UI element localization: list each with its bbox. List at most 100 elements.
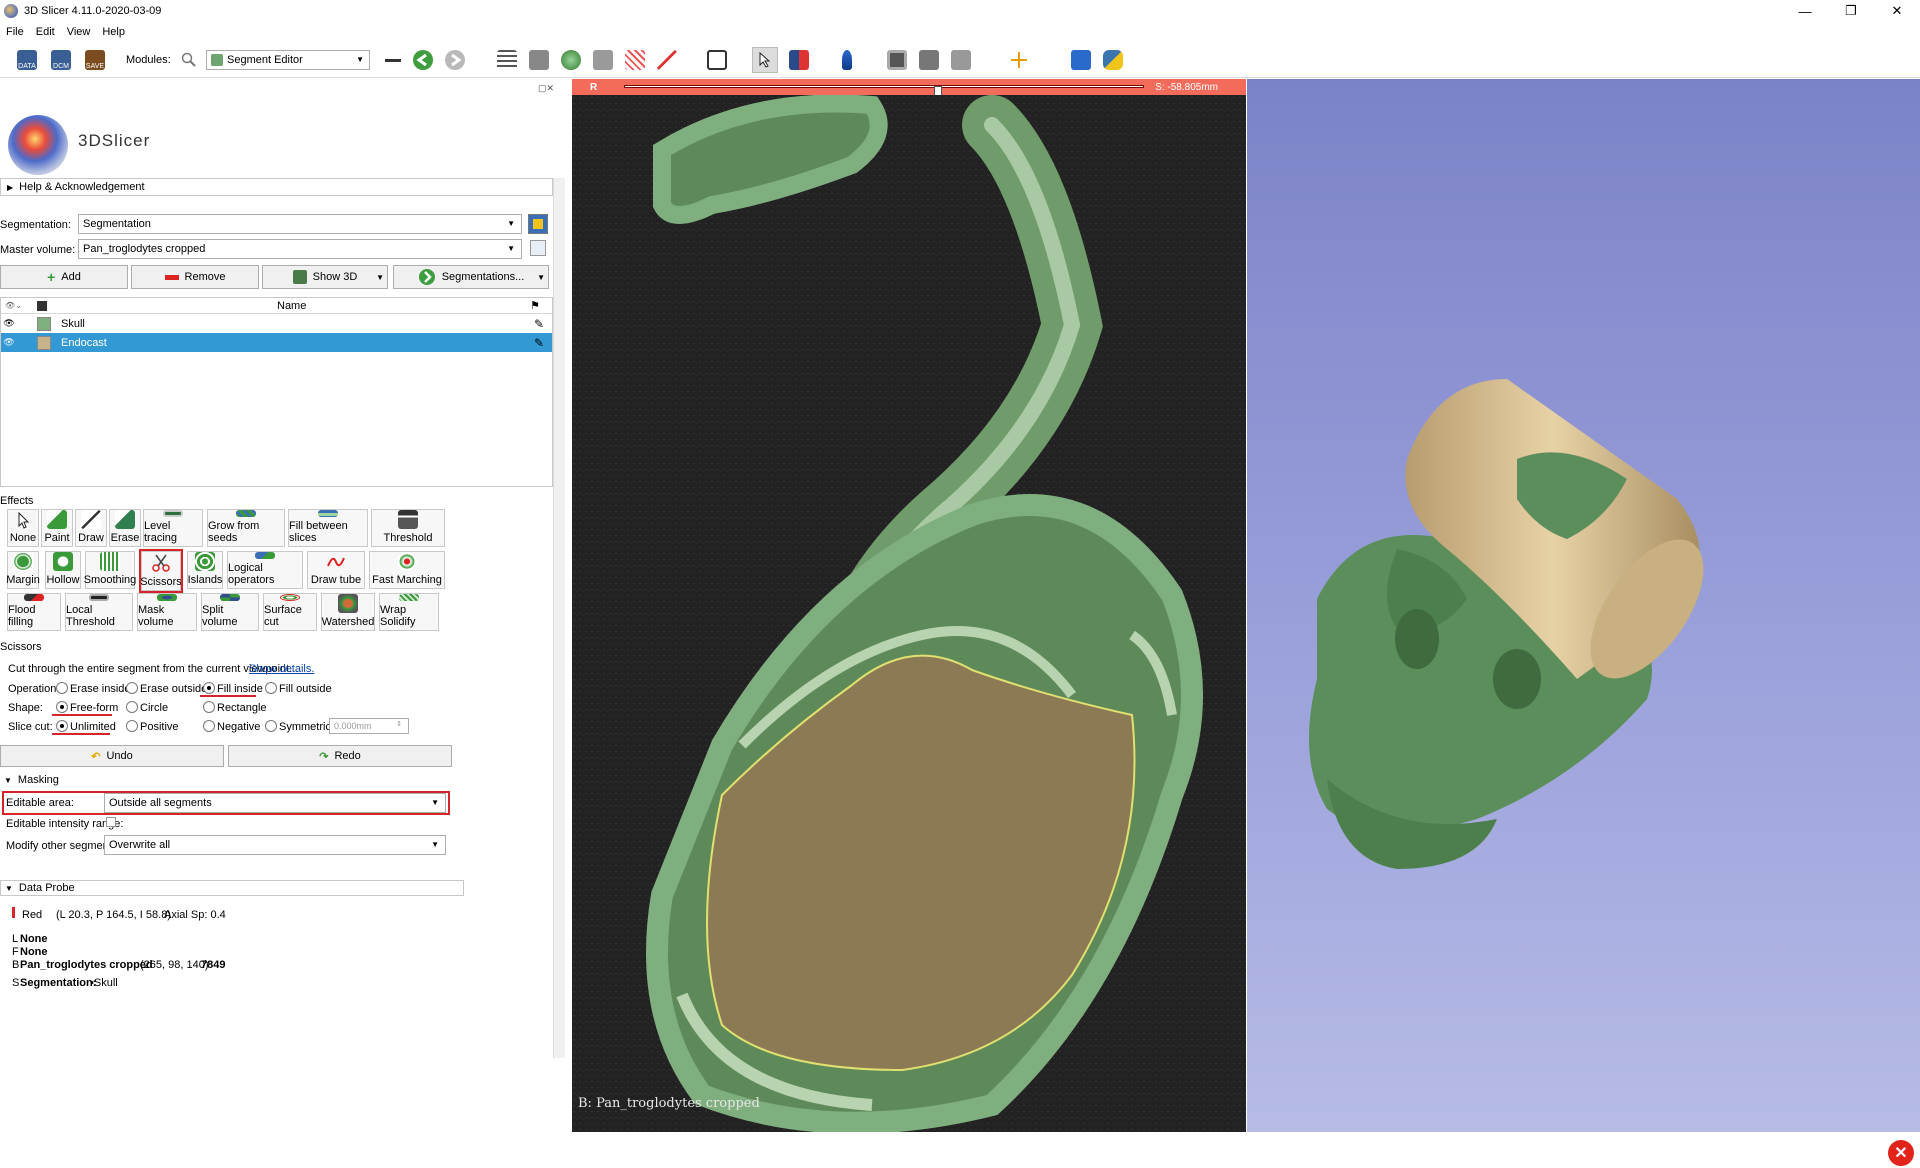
segments-table[interactable]: 👁⌄ Name ⚑ 👁 Skull ✎ 👁 Endocast ✎ — [0, 297, 553, 487]
forward-button[interactable] — [442, 47, 468, 73]
masking-section-header[interactable]: ▼ Masking — [0, 771, 59, 789]
effect-surface-cut-button[interactable]: Surface cut — [263, 593, 317, 631]
effect-none-button[interactable]: None — [7, 509, 39, 547]
effect-flood-filling-button[interactable]: Flood filling — [7, 593, 61, 631]
effect-islands-button[interactable]: Islands — [187, 551, 223, 589]
effect-paint-button[interactable]: Paint — [41, 509, 73, 547]
effect-split-volume-button[interactable]: Split volume — [201, 593, 259, 631]
add-segment-button[interactable]: + Add — [0, 265, 128, 289]
window-level-button[interactable] — [786, 47, 812, 73]
effect-label: Mask volume — [138, 604, 174, 628]
slice-offset-slider[interactable] — [624, 85, 1144, 100]
modify-segments-selector[interactable]: Overwrite all ▼ — [104, 835, 446, 855]
panel-undock-icon[interactable]: ▢✕ — [538, 83, 554, 94]
module-search-button[interactable] — [176, 47, 202, 73]
positive-radio[interactable] — [126, 720, 138, 732]
data-module-button[interactable] — [494, 47, 520, 73]
master-volume-selector[interactable]: Pan_troglodytes cropped ▼ — [78, 239, 522, 259]
undo-button[interactable]: ↶ Undo — [0, 745, 224, 767]
unlimited-radio[interactable] — [56, 720, 68, 732]
segment-row-skull[interactable]: 👁 Skull ✎ — [1, 314, 552, 333]
effect-watershed-button[interactable]: Watershed — [321, 593, 375, 631]
transforms-module-button[interactable] — [590, 47, 616, 73]
segmentations-module-button[interactable]: Segmentations... ▼ — [393, 265, 549, 289]
minimize-button[interactable]: — — [1782, 0, 1828, 22]
fill-inside-radio[interactable] — [203, 682, 215, 694]
rectangle-radio[interactable] — [203, 701, 215, 713]
3d-view[interactable] — [1247, 79, 1920, 1132]
data-probe-header[interactable]: ▼ Data Probe — [0, 880, 464, 896]
crop-module-button[interactable] — [654, 47, 680, 73]
menu-view[interactable]: View — [67, 26, 91, 38]
load-data-button[interactable]: DATA — [14, 47, 40, 73]
effect-draw-button[interactable]: Draw — [75, 509, 107, 547]
effect-margin-button[interactable]: Margin — [6, 551, 40, 589]
segment-color-swatch[interactable] — [37, 335, 51, 350]
place-markup-button[interactable] — [834, 47, 860, 73]
maximize-button[interactable]: ❐ — [1828, 0, 1874, 22]
panel-scrollbar[interactable] — [553, 178, 565, 1058]
erase-inside-radio[interactable] — [56, 682, 68, 694]
effect-smoothing-button[interactable]: Smoothing — [84, 551, 136, 589]
show-3d-button[interactable]: Show 3D ▼ — [262, 265, 388, 289]
dicom-button[interactable]: DCM — [48, 47, 74, 73]
effect-mask-volume-button[interactable]: Mask volume — [137, 593, 197, 631]
segment-row-endocast[interactable]: 👁 Endocast ✎ — [1, 333, 552, 352]
segmentation-selector[interactable]: Segmentation ▼ — [78, 214, 522, 234]
module-history-button[interactable] — [380, 47, 406, 73]
geometry-button[interactable] — [530, 240, 546, 256]
menu-help[interactable]: Help — [102, 26, 125, 38]
circle-radio[interactable] — [126, 701, 138, 713]
models-module-button[interactable] — [558, 47, 584, 73]
effect-grow-from-seeds-button[interactable]: Grow from seeds — [207, 509, 285, 547]
effect-local-threshold-button[interactable]: Local Threshold — [65, 593, 133, 631]
negative-radio[interactable] — [203, 720, 215, 732]
effect-fill-between-slices-button[interactable]: Fill between slices — [288, 509, 368, 547]
scene-views-button[interactable] — [916, 47, 942, 73]
extensions-button[interactable] — [1068, 47, 1094, 73]
symmetric-radio[interactable] — [265, 720, 277, 732]
pencil-icon[interactable]: ✎ — [534, 336, 544, 350]
paint-brush-icon — [47, 510, 67, 529]
effect-level-tracing-button[interactable]: Level tracing — [143, 509, 203, 547]
markups-module-button[interactable] — [622, 47, 648, 73]
segment-color-swatch[interactable] — [37, 316, 51, 331]
crosshair-button[interactable] — [1006, 47, 1032, 73]
free-form-radio[interactable] — [56, 701, 68, 713]
segmentation-actions-button[interactable] — [528, 214, 548, 234]
scene-capture-button[interactable] — [948, 47, 974, 73]
fill-outside-radio[interactable] — [265, 682, 277, 694]
module-selector[interactable]: Segment Editor ▼ — [206, 50, 370, 70]
effect-erase-button[interactable]: Erase — [109, 509, 141, 547]
python-console-button[interactable] — [1100, 47, 1126, 73]
pointer-mode-button[interactable] — [752, 47, 778, 73]
effect-threshold-button[interactable]: Threshold — [371, 509, 445, 547]
pencil-icon[interactable]: ✎ — [534, 317, 544, 331]
back-button[interactable] — [410, 47, 436, 73]
screenshot-button[interactable] — [884, 47, 910, 73]
close-window-button[interactable]: ✕ — [1874, 0, 1920, 22]
editable-area-selector[interactable]: Outside all segments ▼ — [104, 793, 446, 813]
menu-file[interactable]: File — [6, 26, 24, 38]
effect-scissors-button[interactable]: Scissors — [139, 549, 183, 593]
intensity-range-checkbox[interactable] — [106, 817, 116, 827]
thickness-spinbox[interactable]: 0.000mm ⇕ — [329, 718, 409, 734]
eye-icon[interactable]: 👁 — [1, 337, 17, 348]
menu-edit[interactable]: Edit — [36, 26, 55, 38]
effect-fast-marching-button[interactable]: Fast Marching — [369, 551, 445, 589]
remove-segment-button[interactable]: Remove — [131, 265, 259, 289]
help-section-header[interactable]: ▶ Help & Acknowledgement — [0, 178, 553, 196]
show-details-link[interactable]: Show details. — [249, 663, 314, 675]
effect-draw-tube-button[interactable]: Draw tube — [307, 551, 365, 589]
save-button[interactable]: SAVE — [82, 47, 108, 73]
effect-logical-operators-button[interactable]: Logical operators — [227, 551, 303, 589]
redo-button[interactable]: ↷ Redo — [228, 745, 452, 767]
close-error-icon[interactable]: ✕ — [1888, 1140, 1914, 1166]
red-slice-view[interactable] — [572, 95, 1246, 1132]
layout-button[interactable] — [704, 47, 730, 73]
effect-hollow-button[interactable]: Hollow — [45, 551, 81, 589]
volumes-module-button[interactable] — [526, 47, 552, 73]
eye-icon[interactable]: 👁 — [1, 318, 17, 329]
effect-wrap-solidify-button[interactable]: Wrap Solidify — [379, 593, 439, 631]
erase-outside-radio[interactable] — [126, 682, 138, 694]
